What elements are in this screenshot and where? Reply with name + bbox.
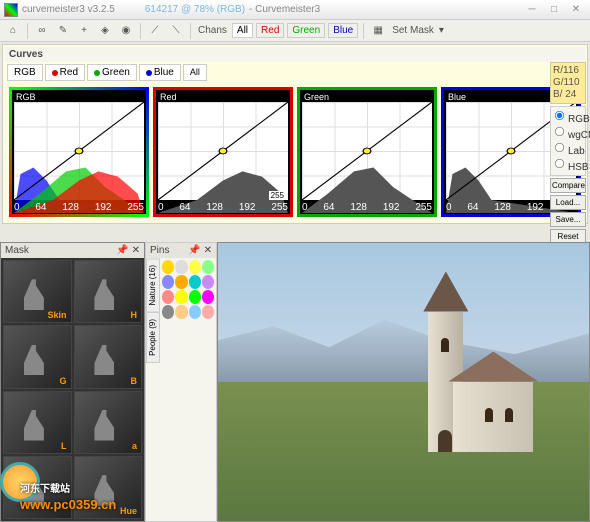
tab-all[interactable]: All xyxy=(183,64,207,81)
radio-hsb[interactable]: HSB xyxy=(553,157,583,173)
radio-wgcmyk[interactable]: wgCMYK xyxy=(553,125,583,141)
curves-panel-title: Curves xyxy=(5,47,585,62)
eyedropper-icon[interactable]: ✎ xyxy=(54,22,72,40)
color-pin[interactable] xyxy=(175,260,187,274)
color-pin[interactable] xyxy=(189,260,201,274)
chan-all-button[interactable]: All xyxy=(232,23,253,38)
pin-icon[interactable]: 📌 ✕ xyxy=(188,245,212,256)
mask-thumb[interactable]: H xyxy=(74,260,143,323)
minimize-button[interactable]: ─ xyxy=(522,3,542,17)
setmask-dropdown[interactable]: ▾ xyxy=(439,25,444,36)
color-pin[interactable] xyxy=(162,305,174,319)
color-pin[interactable] xyxy=(175,275,187,289)
color-pin[interactable] xyxy=(202,305,214,319)
watermark: 河东下载站 www.pc0359.cn xyxy=(20,476,116,512)
tab-red[interactable]: Red xyxy=(45,64,85,81)
dropper2-icon[interactable]: ◉ xyxy=(117,22,135,40)
chan-red-button[interactable]: Red xyxy=(256,23,284,38)
mask-thumb[interactable]: Skin xyxy=(3,260,72,323)
pin-icon[interactable]: 📌 ✕ xyxy=(116,245,140,256)
picker-icon[interactable]: ◈ xyxy=(96,22,114,40)
pins-tab-nature[interactable]: Nature (16) xyxy=(146,258,160,312)
chan-green-button[interactable]: Green xyxy=(287,23,325,38)
image-preview[interactable] xyxy=(217,242,590,522)
chan-blue-button[interactable]: Blue xyxy=(328,23,358,38)
app-icon xyxy=(4,3,18,17)
color-pin[interactable] xyxy=(202,260,214,274)
curve-editor-rgb[interactable]: RGB 064128192255 xyxy=(9,87,149,217)
setmask-label: Set Mask xyxy=(392,25,434,36)
color-pin[interactable] xyxy=(189,305,201,319)
close-button[interactable]: ✕ xyxy=(566,3,586,17)
maximize-button[interactable]: □ xyxy=(544,3,564,17)
rgb-readout: R/116G/110B/ 24 xyxy=(550,62,586,104)
color-pin[interactable] xyxy=(175,290,187,304)
tab-rgb[interactable]: RGB xyxy=(7,64,43,81)
color-pin[interactable] xyxy=(162,290,174,304)
radio-lab[interactable]: Lab xyxy=(553,141,583,157)
mask-thumb[interactable]: G xyxy=(3,325,72,388)
mask-panel-title: Mask xyxy=(5,245,29,256)
radio-rgb[interactable]: RGB xyxy=(553,109,583,125)
pins-tab-people[interactable]: People (9) xyxy=(146,312,160,363)
mask-thumb[interactable]: a xyxy=(74,391,143,454)
color-pin[interactable] xyxy=(162,260,174,274)
plus-icon[interactable]: + xyxy=(75,22,93,40)
compare-button[interactable]: Compare xyxy=(550,178,586,193)
mask-thumb[interactable]: B xyxy=(74,325,143,388)
curve-editor-green[interactable]: Green 064128192255 xyxy=(297,87,437,217)
main-toolbar: ⌂ ∞ ✎ + ◈ ◉ ⟋ ⟍ Chans All Red Green Blue… xyxy=(0,20,590,42)
link-icon[interactable]: ∞ xyxy=(33,22,51,40)
home-icon[interactable]: ⌂ xyxy=(4,22,22,40)
load-button[interactable]: Load... xyxy=(550,195,586,210)
curve-preset-icon[interactable]: ⟋ xyxy=(146,22,164,40)
color-pin[interactable] xyxy=(189,275,201,289)
curve-editor-red[interactable]: Red 255 064128192255 xyxy=(153,87,293,217)
document-info: 614217 @ 78% (RGB) xyxy=(145,4,245,15)
colorspace-group: RGB wgCMYK Lab HSB xyxy=(550,106,586,176)
color-pin[interactable] xyxy=(202,290,214,304)
color-pin[interactable] xyxy=(175,305,187,319)
app-title: curvemeister3 v3.2.5 xyxy=(22,4,115,15)
chans-label: Chans xyxy=(198,25,227,36)
curve-preset2-icon[interactable]: ⟍ xyxy=(167,22,185,40)
pins-panel-title: Pins xyxy=(150,245,169,256)
tab-green[interactable]: Green xyxy=(87,64,137,81)
app-subtitle: - Curvemeister3 xyxy=(249,4,320,15)
mask-icon[interactable]: ▦ xyxy=(369,22,387,40)
tab-blue[interactable]: Blue xyxy=(139,64,181,81)
color-pin[interactable] xyxy=(162,275,174,289)
color-pin[interactable] xyxy=(202,275,214,289)
mask-thumb[interactable]: L xyxy=(3,391,72,454)
color-pin[interactable] xyxy=(189,290,201,304)
save-button[interactable]: Save... xyxy=(550,212,586,227)
